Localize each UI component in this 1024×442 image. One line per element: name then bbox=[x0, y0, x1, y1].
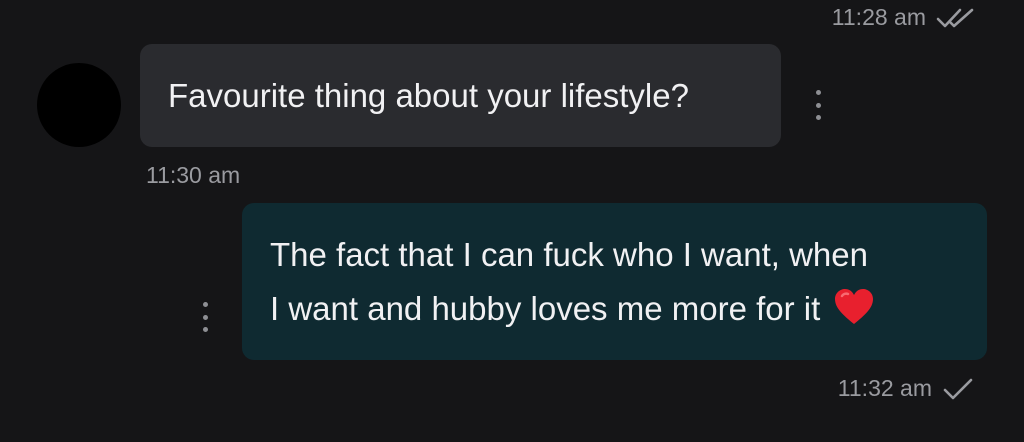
avatar[interactable] bbox=[37, 63, 121, 147]
outgoing-message-menu-button[interactable] bbox=[195, 302, 215, 332]
single-check-icon bbox=[942, 377, 974, 401]
outgoing-message-bubble[interactable]: The fact that I can fuck who I want, whe… bbox=[242, 203, 987, 360]
outgoing-message-meta: 11:32 am bbox=[838, 375, 974, 402]
double-check-icon bbox=[936, 6, 978, 30]
previous-message-time: 11:28 am bbox=[831, 4, 926, 30]
incoming-message-meta: 11:30 am bbox=[146, 162, 240, 189]
outgoing-message-line-1: The fact that I can fuck who I want, whe… bbox=[270, 236, 868, 273]
kebab-dot bbox=[202, 327, 208, 332]
chat-view: 11:28 am Favourite thing about your life… bbox=[0, 0, 1024, 442]
incoming-message-text: Favourite thing about your lifestyle? bbox=[168, 76, 689, 114]
kebab-dot bbox=[815, 90, 821, 95]
kebab-dot bbox=[815, 115, 821, 120]
kebab-dot bbox=[202, 314, 208, 320]
outgoing-message-time: 11:32 am bbox=[837, 375, 932, 401]
incoming-message-bubble[interactable]: Favourite thing about your lifestyle? bbox=[140, 44, 781, 147]
incoming-message-menu-button[interactable] bbox=[808, 90, 828, 120]
kebab-dot bbox=[202, 302, 208, 307]
incoming-message-time: 11:30 am bbox=[146, 162, 241, 188]
previous-message-status: 11:28 am bbox=[832, 4, 978, 31]
kebab-dot bbox=[815, 102, 821, 108]
red-heart-icon bbox=[834, 288, 874, 342]
outgoing-message-line-2-row: I want and hubby loves me more for it bbox=[270, 282, 957, 342]
outgoing-message-line-2: I want and hubby loves me more for it bbox=[270, 290, 821, 327]
